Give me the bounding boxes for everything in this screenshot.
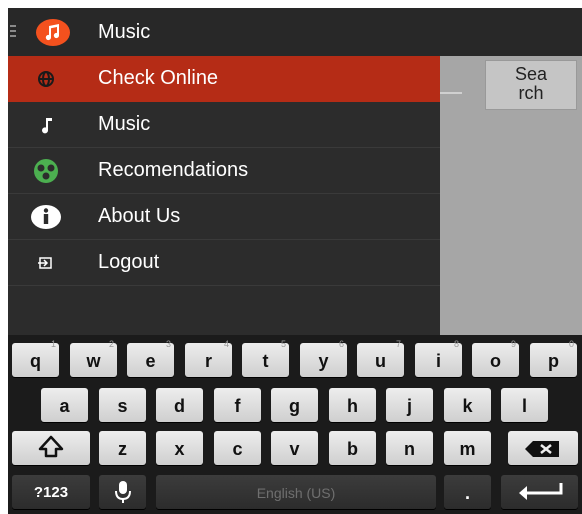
drawer-item-label: About Us (98, 205, 181, 227)
enter-icon (518, 483, 562, 500)
key-c[interactable]: c (214, 431, 261, 465)
key-g[interactable]: g (271, 388, 318, 422)
shift-icon (38, 435, 64, 458)
app-title: Music (98, 21, 151, 43)
key-x[interactable]: x (156, 431, 203, 465)
microphone-icon (114, 481, 131, 503)
key-j[interactable]: j (386, 388, 433, 422)
key-s[interactable]: s (99, 388, 146, 422)
key-l[interactable]: l (501, 388, 548, 422)
info-icon (26, 202, 66, 232)
symbols-key[interactable]: ?123 (12, 475, 90, 509)
main-content: Sea rch (440, 56, 582, 335)
drawer-item-label: Recomendations (98, 159, 249, 181)
drawer-item-music[interactable]: Music (8, 102, 440, 148)
search-button-label-line2: rch (518, 83, 544, 103)
key-h[interactable]: h (329, 388, 376, 422)
search-input[interactable] (440, 72, 462, 94)
key-o[interactable]: o9 (472, 339, 519, 377)
drawer-item-logout[interactable]: Logout (8, 240, 440, 286)
key-m[interactable]: m (444, 431, 491, 465)
drawer-item-recomendations[interactable]: Recomendations (8, 148, 440, 194)
key-i[interactable]: i8 (415, 339, 462, 377)
key-a[interactable]: a (41, 388, 88, 422)
navigation-drawer: Check Online Music Recomendations About … (8, 56, 440, 335)
soft-keyboard: q1 w2 e3 r4 t5 y6 u7 i8 o9 p0 a s d f g … (8, 335, 582, 514)
drawer-item-check-online[interactable]: Check Online (8, 56, 440, 102)
logout-icon (26, 248, 66, 278)
key-t[interactable]: t5 (242, 339, 289, 377)
shift-key[interactable] (12, 431, 90, 465)
key-r[interactable]: r4 (185, 339, 232, 377)
drawer-item-about-us[interactable]: About Us (8, 194, 440, 240)
action-bar: Music (8, 8, 582, 56)
search-button-label-line1: Sea (514, 64, 548, 84)
drawer-item-label: Music (98, 113, 151, 135)
key-k[interactable]: k (444, 388, 491, 422)
key-d[interactable]: d (156, 388, 203, 422)
key-z[interactable]: z (99, 431, 146, 465)
key-w[interactable]: w2 (70, 339, 117, 377)
music-note-icon[interactable] (36, 19, 70, 46)
backspace-icon (525, 441, 559, 457)
drawer-item-label: Check Online (98, 67, 219, 89)
search-button[interactable]: Sea rch (485, 60, 577, 110)
drawer-item-label: Logout (98, 251, 160, 273)
period-key[interactable]: . (444, 475, 491, 509)
enter-key[interactable] (501, 475, 578, 509)
backspace-key[interactable] (508, 431, 578, 465)
space-bar[interactable]: English (US) (156, 475, 436, 509)
key-e[interactable]: e3 (127, 339, 174, 377)
music-note-icon (26, 110, 66, 140)
phone-screen: Music Sea rch Check Online Music Recomen… (8, 8, 582, 514)
key-u[interactable]: u7 (357, 339, 404, 377)
recommendation-icon (26, 156, 66, 186)
key-b[interactable]: b (329, 431, 376, 465)
drawer-toggle-icon[interactable] (10, 25, 16, 40)
key-n[interactable]: n (386, 431, 433, 465)
voice-input-key[interactable] (99, 475, 146, 509)
key-y[interactable]: y6 (300, 339, 347, 377)
key-f[interactable]: f (214, 388, 261, 422)
key-v[interactable]: v (271, 431, 318, 465)
globe-icon (26, 64, 66, 94)
key-p[interactable]: p0 (530, 339, 577, 377)
key-q[interactable]: q1 (12, 339, 59, 377)
